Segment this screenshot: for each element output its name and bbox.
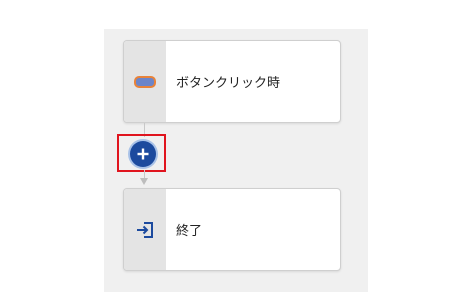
end-node-icon-panel bbox=[124, 189, 166, 270]
trigger-node[interactable]: ボタンクリック時 bbox=[123, 40, 341, 123]
add-step-button[interactable] bbox=[130, 141, 156, 167]
trigger-node-icon-panel bbox=[124, 41, 166, 122]
flow-editor: ボタンクリック時 終了 bbox=[0, 0, 476, 308]
plus-icon bbox=[137, 148, 149, 160]
connector-line-bottom bbox=[144, 170, 145, 178]
trigger-node-label: ボタンクリック時 bbox=[176, 76, 281, 91]
end-node[interactable]: 終了 bbox=[123, 188, 341, 271]
exit-icon bbox=[137, 221, 153, 238]
button-pill-icon bbox=[134, 75, 156, 88]
end-node-label: 終了 bbox=[176, 224, 203, 239]
connector-arrow-icon bbox=[140, 178, 148, 185]
